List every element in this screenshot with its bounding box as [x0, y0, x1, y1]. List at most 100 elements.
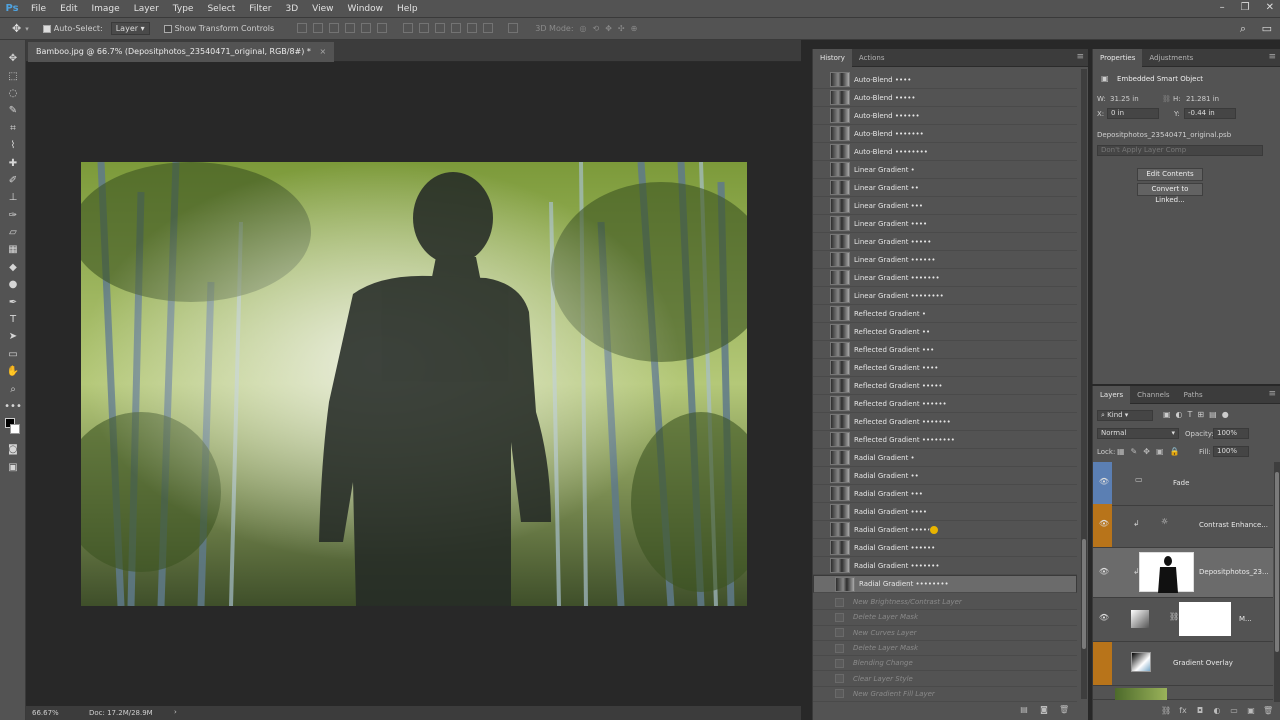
new-group-icon[interactable]: ▭ — [1229, 706, 1239, 716]
menu-filter[interactable]: Filter — [242, 4, 278, 14]
history-scrollbar[interactable] — [1081, 69, 1087, 699]
path-select-tool-icon[interactable]: ➤ — [0, 328, 26, 345]
visibility-eye-icon[interactable]: 👁 — [1098, 519, 1110, 531]
history-state[interactable]: Reflected Gradient ••••••• — [813, 413, 1077, 431]
width-value[interactable]: 31.25 in — [1110, 95, 1139, 103]
align-vcenter-icon[interactable] — [313, 22, 324, 33]
restore-icon[interactable]: ❐ — [1241, 2, 1250, 13]
menu-3d[interactable]: 3D — [279, 4, 306, 14]
eyedropper-tool-icon[interactable]: ⌇ — [0, 137, 26, 154]
more-tools-icon[interactable]: ••• — [0, 398, 26, 415]
filter-kind-select[interactable]: ⌕ Kind ▾ — [1097, 410, 1153, 421]
history-state[interactable]: Reflected Gradient ••••• — [813, 377, 1077, 395]
menu-view[interactable]: View — [305, 4, 340, 14]
menu-image[interactable]: Image — [85, 4, 127, 14]
menu-window[interactable]: Window — [341, 4, 391, 14]
distribute-right-icon[interactable] — [482, 22, 493, 33]
layer-row-background[interactable] — [1093, 686, 1273, 700]
history-brush-tool-icon[interactable]: ✑ — [0, 207, 26, 224]
move-tool-icon[interactable]: ✥ — [12, 22, 21, 35]
history-state[interactable]: Reflected Gradient • — [813, 305, 1077, 323]
y-field[interactable]: -0.44 in — [1184, 108, 1236, 119]
layer-mask-thumbnail[interactable] — [1179, 602, 1231, 636]
history-state[interactable]: Auto-Blend •••• — [813, 71, 1077, 89]
panel-menu-icon[interactable]: ≡ — [1076, 52, 1084, 62]
height-value[interactable]: 21.281 in — [1186, 95, 1219, 103]
add-mask-icon[interactable]: ◘ — [1195, 706, 1205, 716]
workspace-icon[interactable]: ▭ — [1262, 22, 1272, 35]
layer-row-contrast[interactable]: 👁 ↲ ☼ Contrast Enhance... — [1093, 504, 1273, 548]
history-state[interactable]: Reflected Gradient •••••••• — [813, 431, 1077, 449]
history-state[interactable]: Linear Gradient ••• — [813, 197, 1077, 215]
history-state[interactable]: Auto-Blend •••••••• — [813, 143, 1077, 161]
clone-stamp-tool-icon[interactable]: ⊥ — [0, 189, 26, 206]
layers-scrollbar[interactable] — [1274, 462, 1280, 702]
history-state[interactable]: Auto-Blend ••••• — [813, 89, 1077, 107]
chevron-right-icon[interactable]: › — [174, 708, 177, 716]
history-state[interactable]: Linear Gradient •••••••• — [813, 287, 1077, 305]
history-state[interactable]: Linear Gradient •••••• — [813, 251, 1077, 269]
eraser-tool-icon[interactable]: ▱ — [0, 224, 26, 241]
history-state-undone[interactable]: Delete Layer Mask — [813, 610, 1077, 626]
layer-thumbnail[interactable] — [1131, 610, 1149, 628]
history-state[interactable]: Linear Gradient ••••• — [813, 233, 1077, 251]
fx-icon[interactable]: fx — [1178, 706, 1188, 716]
screen-mode-icon[interactable]: ▣ — [0, 459, 26, 476]
history-state[interactable]: Radial Gradient •• — [813, 467, 1077, 485]
trash-icon[interactable]: 🗑 — [1059, 705, 1069, 715]
quick-select-tool-icon[interactable]: ✎ — [0, 102, 26, 119]
gradient-fill-thumbnail[interactable] — [1131, 652, 1151, 672]
menu-edit[interactable]: Edit — [53, 4, 84, 14]
history-state[interactable]: Linear Gradient •••• — [813, 215, 1077, 233]
tab-history[interactable]: History — [813, 48, 852, 67]
history-state-undone[interactable]: Clear Layer Style — [813, 672, 1077, 687]
history-state-undone[interactable]: New Gradient Fill Layer — [813, 687, 1077, 703]
background-color[interactable] — [10, 424, 20, 435]
shape-tool-icon[interactable]: ▭ — [0, 346, 26, 363]
layer-thumbnail[interactable] — [1115, 688, 1167, 700]
history-state[interactable]: Linear Gradient ••••••• — [813, 269, 1077, 287]
link-layers-icon[interactable]: ⛓ — [1161, 706, 1171, 716]
auto-select-dropdown[interactable]: Layer ▾ — [110, 22, 150, 35]
layer-row-mask[interactable]: 👁 ⛓ M... — [1093, 598, 1273, 642]
history-state[interactable]: Radial Gradient •••••••• — [813, 575, 1077, 593]
history-state[interactable]: Radial Gradient ••••••• — [813, 557, 1077, 575]
tab-layers[interactable]: Layers — [1093, 385, 1131, 404]
blend-mode-select[interactable]: Normal ▾ — [1097, 428, 1179, 439]
history-state-undone[interactable]: New Curves Layer — [813, 626, 1077, 641]
document-image[interactable] — [81, 162, 747, 606]
visibility-eye-icon[interactable]: 👁 — [1098, 567, 1110, 579]
history-state[interactable]: Radial Gradient ••••• — [813, 521, 1077, 539]
layer-name[interactable]: Fade — [1173, 479, 1189, 487]
layer-filter-icons[interactable]: ▣◐T⊞▤● — [1163, 410, 1234, 419]
quick-mask-icon[interactable]: ◙ — [0, 441, 26, 458]
tab-paths[interactable]: Paths — [1177, 386, 1210, 404]
opacity-field[interactable]: 100% — [1213, 428, 1249, 439]
layer-name[interactable]: Gradient Overlay — [1173, 659, 1233, 667]
zoom-tool-icon[interactable]: ⌕ — [0, 380, 26, 397]
layer-row-fade[interactable]: 👁 ▭ Fade — [1093, 462, 1273, 506]
align-top-icon[interactable] — [297, 22, 308, 33]
snapshot-icon[interactable]: ◙ — [1039, 705, 1049, 715]
canvas-area[interactable] — [26, 62, 801, 706]
align-right-icon[interactable] — [377, 22, 388, 33]
edit-contents-button[interactable]: Edit Contents — [1137, 168, 1203, 181]
new-adjustment-icon[interactable]: ◐ — [1212, 706, 1222, 716]
layer-thumbnail[interactable] — [1139, 552, 1194, 593]
pen-tool-icon[interactable]: ✒ — [0, 293, 26, 310]
layer-name[interactable]: Depositphotos_23... — [1199, 568, 1269, 576]
tab-adjustments[interactable]: Adjustments — [1142, 49, 1200, 67]
zoom-level[interactable]: 66.67% — [32, 709, 59, 717]
crop-tool-icon[interactable]: ⌗ — [0, 120, 26, 137]
menu-type[interactable]: Type — [166, 4, 201, 14]
lock-icons[interactable]: ▦✎✥▣🔒 — [1117, 447, 1185, 456]
trash-icon[interactable]: 🗑 — [1263, 706, 1273, 716]
history-state[interactable]: Radial Gradient ••• — [813, 485, 1077, 503]
panel-menu-icon[interactable]: ≡ — [1268, 389, 1276, 399]
close-tab-icon[interactable]: × — [319, 47, 326, 56]
history-scroll-thumb[interactable] — [1082, 539, 1086, 649]
history-state[interactable]: Auto-Blend •••••• — [813, 107, 1077, 125]
new-layer-icon[interactable]: ▣ — [1246, 706, 1256, 716]
history-state[interactable]: Reflected Gradient ••• — [813, 341, 1077, 359]
link-icon[interactable]: ⛓ — [1162, 95, 1171, 103]
